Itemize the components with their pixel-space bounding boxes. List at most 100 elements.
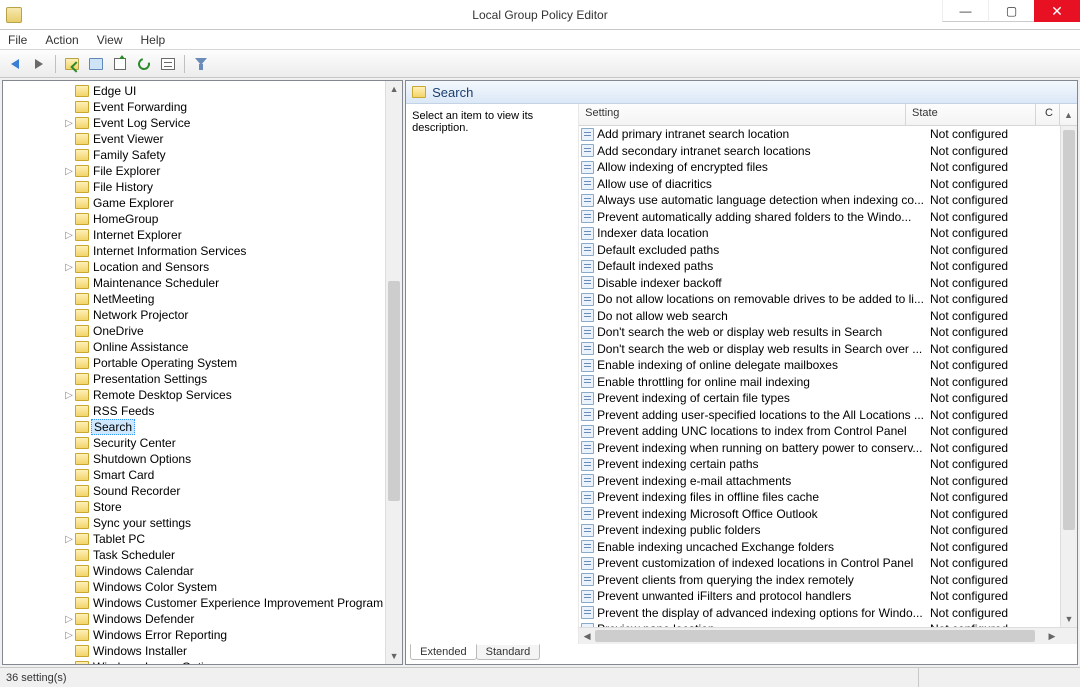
col-state[interactable]: State bbox=[906, 104, 1036, 125]
forward-button[interactable] bbox=[28, 53, 50, 75]
setting-row[interactable]: Indexer data locationNot configured bbox=[579, 225, 1060, 242]
col-setting[interactable]: Setting bbox=[579, 104, 906, 125]
setting-row[interactable]: Don't search the web or display web resu… bbox=[579, 341, 1060, 358]
tree-item[interactable]: Sound Recorder bbox=[3, 483, 385, 499]
setting-row[interactable]: Allow use of diacriticsNot configured bbox=[579, 176, 1060, 193]
expand-icon[interactable]: ▷ bbox=[63, 614, 75, 625]
tree-item[interactable]: ▷Internet Explorer bbox=[3, 227, 385, 243]
export-button[interactable] bbox=[109, 53, 131, 75]
tree-item[interactable]: Internet Information Services bbox=[3, 243, 385, 259]
scroll-left-icon[interactable]: ◀ bbox=[579, 628, 595, 644]
scroll-up-icon[interactable]: ▲ bbox=[1060, 104, 1077, 125]
setting-row[interactable]: Enable indexing uncached Exchange folder… bbox=[579, 539, 1060, 556]
scroll-thumb[interactable] bbox=[388, 281, 400, 501]
expand-icon[interactable]: ▷ bbox=[63, 166, 75, 177]
tree-item[interactable]: Windows Customer Experience Improvement … bbox=[3, 595, 385, 611]
tree-item[interactable]: Sync your settings bbox=[3, 515, 385, 531]
tree-item[interactable]: Store bbox=[3, 499, 385, 515]
list-hscrollbar[interactable]: ◀ ▶ bbox=[579, 627, 1077, 644]
setting-row[interactable]: Always use automatic language detection … bbox=[579, 192, 1060, 209]
setting-row[interactable]: Prevent indexing certain pathsNot config… bbox=[579, 456, 1060, 473]
tree-item[interactable]: Event Viewer bbox=[3, 131, 385, 147]
list-vscrollbar[interactable]: ▼ bbox=[1060, 126, 1077, 627]
setting-row[interactable]: Prevent indexing of certain file typesNo… bbox=[579, 390, 1060, 407]
properties-button[interactable] bbox=[157, 53, 179, 75]
tree-item[interactable]: ▷Windows Error Reporting bbox=[3, 627, 385, 643]
tree-item[interactable]: OneDrive bbox=[3, 323, 385, 339]
setting-row[interactable]: Add secondary intranet search locationsN… bbox=[579, 143, 1060, 160]
tree-item[interactable]: ▷Event Log Service bbox=[3, 115, 385, 131]
setting-row[interactable]: Prevent indexing files in offline files … bbox=[579, 489, 1060, 506]
setting-row[interactable]: Prevent indexing e-mail attachmentsNot c… bbox=[579, 473, 1060, 490]
setting-row[interactable]: Prevent indexing Microsoft Office Outloo… bbox=[579, 506, 1060, 523]
close-button[interactable]: ✕ bbox=[1034, 0, 1080, 22]
tree-item[interactable]: Windows Logon Options bbox=[3, 659, 385, 664]
tree-item[interactable]: Security Center bbox=[3, 435, 385, 451]
setting-row[interactable]: Prevent indexing public foldersNot confi… bbox=[579, 522, 1060, 539]
tree-scrollbar[interactable]: ▲ ▼ bbox=[385, 81, 402, 664]
setting-row[interactable]: Prevent adding user-specified locations … bbox=[579, 407, 1060, 424]
setting-row[interactable]: Prevent unwanted iFilters and protocol h… bbox=[579, 588, 1060, 605]
tree-item[interactable]: File History bbox=[3, 179, 385, 195]
menu-help[interactable]: Help bbox=[139, 32, 168, 48]
settings-rows-inner[interactable]: Add primary intranet search locationNot … bbox=[579, 126, 1060, 627]
col-comment[interactable]: C bbox=[1036, 104, 1060, 125]
tree-item[interactable]: ▷File Explorer bbox=[3, 163, 385, 179]
tree-item[interactable]: Event Forwarding bbox=[3, 99, 385, 115]
expand-icon[interactable]: ▷ bbox=[63, 534, 75, 545]
expand-icon[interactable]: ▷ bbox=[63, 390, 75, 401]
tree-item[interactable]: Game Explorer bbox=[3, 195, 385, 211]
menu-file[interactable]: File bbox=[6, 32, 29, 48]
tree-item[interactable]: Maintenance Scheduler bbox=[3, 275, 385, 291]
tree-item[interactable]: ▷Remote Desktop Services bbox=[3, 387, 385, 403]
setting-row[interactable]: Default indexed pathsNot configured bbox=[579, 258, 1060, 275]
setting-row[interactable]: Prevent automatically adding shared fold… bbox=[579, 209, 1060, 226]
setting-row[interactable]: Enable throttling for online mail indexi… bbox=[579, 374, 1060, 391]
tree-item[interactable]: Edge UI bbox=[3, 83, 385, 99]
tree-item[interactable]: Shutdown Options bbox=[3, 451, 385, 467]
menu-action[interactable]: Action bbox=[43, 32, 80, 48]
tab-standard[interactable]: Standard bbox=[476, 644, 541, 660]
menu-view[interactable]: View bbox=[95, 32, 125, 48]
tree-item[interactable]: NetMeeting bbox=[3, 291, 385, 307]
setting-row[interactable]: Don't search the web or display web resu… bbox=[579, 324, 1060, 341]
scroll-up-icon[interactable]: ▲ bbox=[386, 81, 402, 97]
scroll-down-icon[interactable]: ▼ bbox=[1061, 611, 1077, 627]
tree-item[interactable]: Portable Operating System bbox=[3, 355, 385, 371]
up-button[interactable] bbox=[61, 53, 83, 75]
setting-row[interactable]: Do not allow locations on removable driv… bbox=[579, 291, 1060, 308]
setting-row[interactable]: Disable indexer backoffNot configured bbox=[579, 275, 1060, 292]
refresh-button[interactable] bbox=[133, 53, 155, 75]
tree-item[interactable]: Windows Color System bbox=[3, 579, 385, 595]
tree-item[interactable]: Windows Installer bbox=[3, 643, 385, 659]
tree-item[interactable]: Windows Calendar bbox=[3, 563, 385, 579]
scroll-thumb[interactable] bbox=[595, 630, 1035, 642]
tree-item[interactable]: HomeGroup bbox=[3, 211, 385, 227]
expand-icon[interactable]: ▷ bbox=[63, 118, 75, 129]
tree-item[interactable]: ▷Windows Defender bbox=[3, 611, 385, 627]
scroll-thumb[interactable] bbox=[1063, 130, 1075, 530]
tree-item[interactable]: Family Safety bbox=[3, 147, 385, 163]
tree-view[interactable]: Edge UIEvent Forwarding▷Event Log Servic… bbox=[3, 81, 385, 664]
setting-row[interactable]: Prevent the display of advanced indexing… bbox=[579, 605, 1060, 622]
scroll-right-icon[interactable]: ▶ bbox=[1044, 628, 1060, 644]
tree-item[interactable]: ▷Location and Sensors bbox=[3, 259, 385, 275]
tree-item[interactable]: ▷Tablet PC bbox=[3, 531, 385, 547]
scroll-down-icon[interactable]: ▼ bbox=[386, 648, 402, 664]
tree-item[interactable]: Task Scheduler bbox=[3, 547, 385, 563]
setting-row[interactable]: Default excluded pathsNot configured bbox=[579, 242, 1060, 259]
setting-row[interactable]: Prevent clients from querying the index … bbox=[579, 572, 1060, 589]
setting-row[interactable]: Enable indexing of online delegate mailb… bbox=[579, 357, 1060, 374]
maximize-button[interactable]: ▢ bbox=[988, 0, 1034, 22]
tree-item[interactable]: Search bbox=[3, 419, 385, 435]
expand-icon[interactable]: ▷ bbox=[63, 262, 75, 273]
setting-row[interactable]: Add primary intranet search locationNot … bbox=[579, 126, 1060, 143]
tree-item[interactable]: Network Projector bbox=[3, 307, 385, 323]
setting-row[interactable]: Prevent customization of indexed locatio… bbox=[579, 555, 1060, 572]
expand-icon[interactable]: ▷ bbox=[63, 230, 75, 241]
setting-row[interactable]: Prevent adding UNC locations to index fr… bbox=[579, 423, 1060, 440]
setting-row[interactable]: Prevent indexing when running on battery… bbox=[579, 440, 1060, 457]
back-button[interactable] bbox=[4, 53, 26, 75]
scroll-track[interactable] bbox=[595, 628, 1061, 644]
minimize-button[interactable]: — bbox=[942, 0, 988, 22]
